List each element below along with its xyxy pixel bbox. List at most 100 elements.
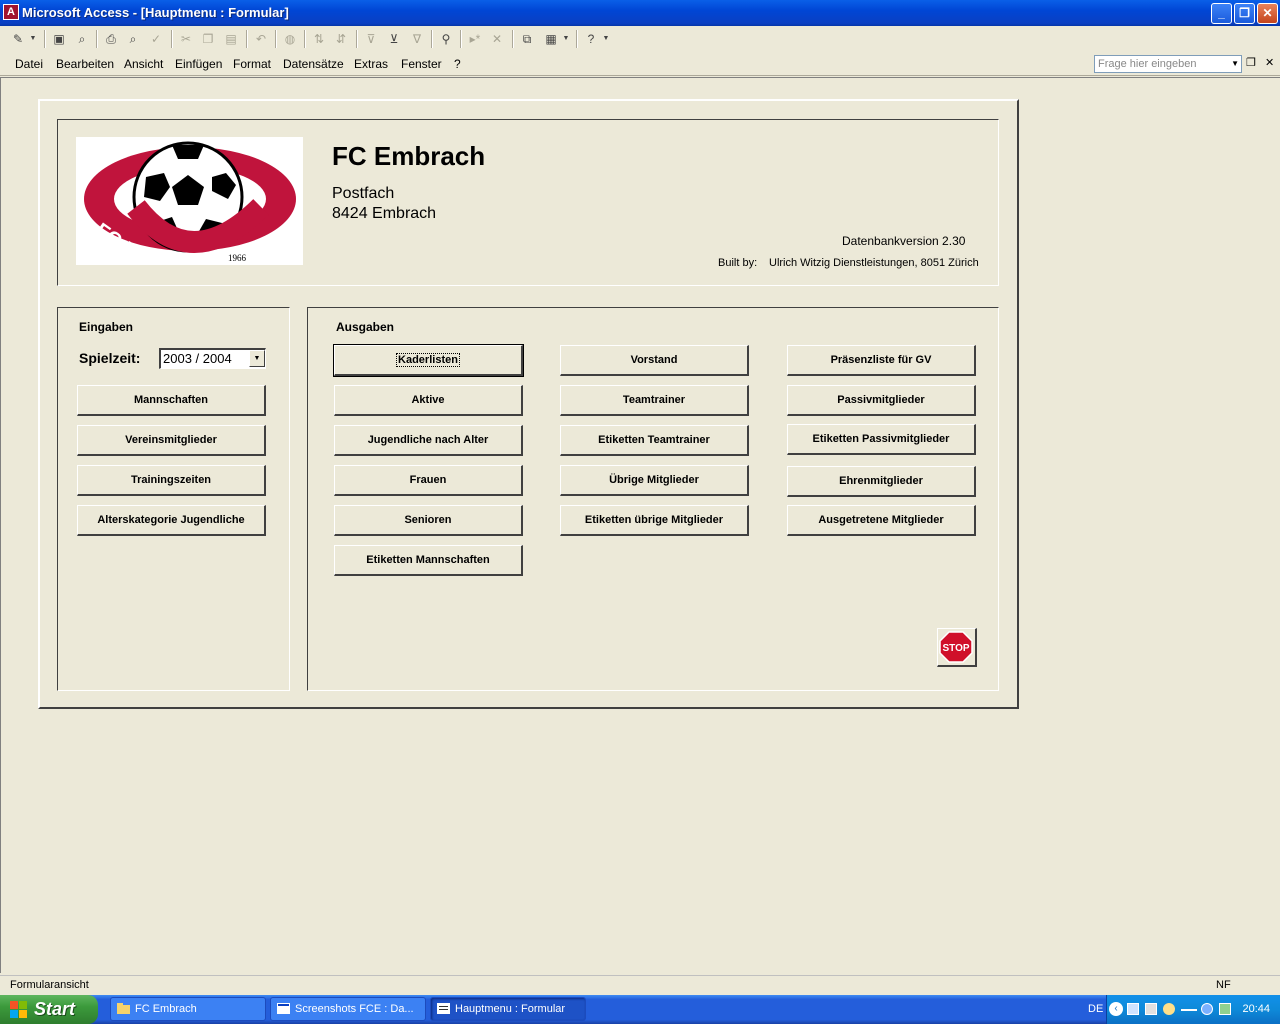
toolbar-separator bbox=[431, 30, 433, 48]
chevron-down-icon[interactable]: ▼ bbox=[1231, 57, 1239, 71]
minimize-button[interactable]: _ bbox=[1211, 3, 1232, 24]
toolbar-separator bbox=[246, 30, 248, 48]
close-button[interactable]: ✕ bbox=[1257, 3, 1278, 24]
windows-logo-icon bbox=[10, 1001, 27, 1018]
toolbar-separator bbox=[171, 30, 173, 48]
etiketten-mannschaften-button[interactable]: Etiketten Mannschaften bbox=[334, 545, 523, 576]
filter-by-selection-icon[interactable]: ⊽ bbox=[361, 30, 381, 48]
jugendliche-nach-alter-button[interactable]: Jugendliche nach Alter bbox=[334, 425, 523, 456]
toolbar-separator bbox=[356, 30, 358, 48]
stop-label: STOP bbox=[942, 643, 969, 654]
paste-icon[interactable]: ▤ bbox=[221, 30, 241, 48]
tray-app-icon[interactable] bbox=[1219, 1003, 1231, 1015]
print-icon[interactable]: ⎙ bbox=[101, 30, 121, 48]
restore-document-icon[interactable]: ❐ bbox=[1246, 56, 1256, 69]
chevron-down-icon[interactable]: ▼ bbox=[601, 30, 611, 48]
status-view-mode: Formularansicht bbox=[10, 979, 89, 991]
language-indicator[interactable]: DE bbox=[1088, 1003, 1103, 1015]
club-logo: FC EMBRACH 1966 bbox=[76, 137, 303, 314]
aktive-button[interactable]: Aktive bbox=[334, 385, 523, 416]
passivmitglieder-button[interactable]: Passivmitglieder bbox=[787, 385, 976, 416]
kaderlisten-button[interactable]: Kaderlisten bbox=[333, 344, 524, 377]
start-label: Start bbox=[34, 999, 76, 1019]
form-icon bbox=[437, 1003, 450, 1014]
menu-datei[interactable]: Datei bbox=[15, 57, 43, 71]
find-icon[interactable]: ⚲ bbox=[436, 30, 456, 48]
menu-help[interactable]: ? bbox=[454, 57, 461, 71]
apply-filter-icon[interactable]: ∇ bbox=[407, 30, 427, 48]
title-bar[interactable]: A Microsoft Access - [Hauptmenu : Formul… bbox=[0, 0, 1280, 26]
chevron-down-icon[interactable]: ▼ bbox=[28, 30, 38, 48]
chevron-down-icon[interactable]: ▼ bbox=[249, 350, 265, 367]
toolbar-separator bbox=[96, 30, 98, 48]
access-app-icon[interactable]: A bbox=[3, 4, 19, 20]
menu-format[interactable]: Format bbox=[233, 57, 271, 71]
filter-by-form-icon[interactable]: ⊻ bbox=[384, 30, 404, 48]
senioren-button[interactable]: Senioren bbox=[334, 505, 523, 536]
etiketten-passivmitglieder-button[interactable]: Etiketten Passivmitglieder bbox=[787, 424, 976, 455]
stop-sign-icon: STOP bbox=[939, 631, 973, 663]
ehrenmitglieder-button[interactable]: Ehrenmitglieder bbox=[787, 466, 976, 497]
menu-bearbeiten[interactable]: Bearbeiten bbox=[56, 57, 114, 71]
save-icon[interactable]: ▣ bbox=[49, 30, 69, 48]
task-screenshots-fce[interactable]: Screenshots FCE : Da... bbox=[270, 997, 426, 1021]
menu-einfuegen[interactable]: Einfügen bbox=[175, 57, 222, 71]
new-record-icon[interactable]: ▸* bbox=[465, 30, 485, 48]
task-fc-embrach[interactable]: FC Embrach bbox=[110, 997, 266, 1021]
stop-button[interactable]: STOP bbox=[937, 628, 977, 667]
close-document-icon[interactable]: ✕ bbox=[1265, 56, 1274, 69]
season-combobox[interactable]: 2003 / 2004 ▼ bbox=[159, 348, 266, 369]
help-icon[interactable]: ? bbox=[581, 30, 601, 48]
built-by-label: Built by: bbox=[718, 257, 758, 269]
task-hauptmenu-formular[interactable]: Hauptmenu : Formular bbox=[430, 997, 586, 1021]
vereinsmitglieder-button[interactable]: Vereinsmitglieder bbox=[77, 425, 266, 456]
toolbar-separator bbox=[275, 30, 277, 48]
display-icon[interactable] bbox=[1145, 1003, 1157, 1015]
menu-bar: Datei Bearbeiten Ansicht Einfügen Format… bbox=[0, 52, 1280, 76]
status-bar: Formularansicht NF bbox=[0, 975, 1280, 995]
clock[interactable]: 20:44 bbox=[1242, 1003, 1270, 1015]
alterskategorie-jugendliche-button[interactable]: Alterskategorie Jugendliche bbox=[77, 505, 266, 536]
teamtrainer-button[interactable]: Teamtrainer bbox=[560, 385, 749, 416]
menu-fenster[interactable]: Fenster bbox=[401, 57, 442, 71]
new-object-icon[interactable]: ▦ bbox=[541, 30, 561, 48]
sort-ascending-icon[interactable]: ⇅ bbox=[309, 30, 329, 48]
season-label: Spielzeit: bbox=[79, 350, 141, 366]
uebrige-mitglieder-button[interactable]: Übrige Mitglieder bbox=[560, 465, 749, 496]
search-file-icon[interactable]: ⌕ bbox=[72, 30, 92, 48]
design-view-icon[interactable]: ✎ bbox=[8, 30, 28, 48]
tray-app-icon[interactable] bbox=[1163, 1003, 1175, 1015]
frauen-button[interactable]: Frauen bbox=[334, 465, 523, 496]
database-window-icon[interactable]: ⧉ bbox=[517, 30, 537, 48]
chevron-left-icon[interactable]: ‹ bbox=[1109, 1002, 1123, 1016]
club-name: FC Embrach bbox=[332, 141, 486, 171]
toolbar-separator bbox=[44, 30, 46, 48]
copy-icon[interactable]: ❐ bbox=[198, 30, 218, 48]
folder-icon bbox=[117, 1003, 130, 1014]
etiketten-teamtrainer-button[interactable]: Etiketten Teamtrainer bbox=[560, 425, 749, 456]
menu-datensaetze[interactable]: Datensätze bbox=[283, 57, 344, 71]
vorstand-button[interactable]: Vorstand bbox=[560, 345, 749, 376]
chevron-down-icon[interactable]: ▼ bbox=[561, 30, 571, 48]
network-icon[interactable] bbox=[1127, 1003, 1139, 1015]
mannschaften-button[interactable]: Mannschaften bbox=[77, 385, 266, 416]
print-preview-icon[interactable]: ⌕ bbox=[123, 30, 143, 48]
hyperlink-icon[interactable]: ◍ bbox=[280, 30, 300, 48]
menu-extras[interactable]: Extras bbox=[354, 57, 388, 71]
window-title: Microsoft Access - [Hauptmenu : Formular… bbox=[22, 5, 289, 20]
delete-record-icon[interactable]: ✕ bbox=[487, 30, 507, 48]
connection-icon[interactable] bbox=[1181, 1009, 1197, 1011]
tray-app-icon[interactable] bbox=[1201, 1003, 1213, 1015]
cut-icon[interactable]: ✂ bbox=[176, 30, 196, 48]
praesenzliste-gv-button[interactable]: Präsenzliste für GV bbox=[787, 345, 976, 376]
restore-button[interactable]: ❐ bbox=[1234, 3, 1255, 24]
sort-descending-icon[interactable]: ⇵ bbox=[331, 30, 351, 48]
menu-ansicht[interactable]: Ansicht bbox=[124, 57, 163, 71]
trainingszeiten-button[interactable]: Trainingszeiten bbox=[77, 465, 266, 496]
etiketten-uebrige-mitglieder-button[interactable]: Etiketten übrige Mitglieder bbox=[560, 505, 749, 536]
spelling-icon[interactable]: ✓ bbox=[146, 30, 166, 48]
ausgetretene-mitglieder-button[interactable]: Ausgetretene Mitglieder bbox=[787, 505, 976, 536]
undo-icon[interactable]: ↶ bbox=[251, 30, 271, 48]
help-question-input[interactable]: Frage hier eingeben ▼ bbox=[1094, 55, 1242, 73]
start-button[interactable]: Start bbox=[0, 995, 98, 1024]
